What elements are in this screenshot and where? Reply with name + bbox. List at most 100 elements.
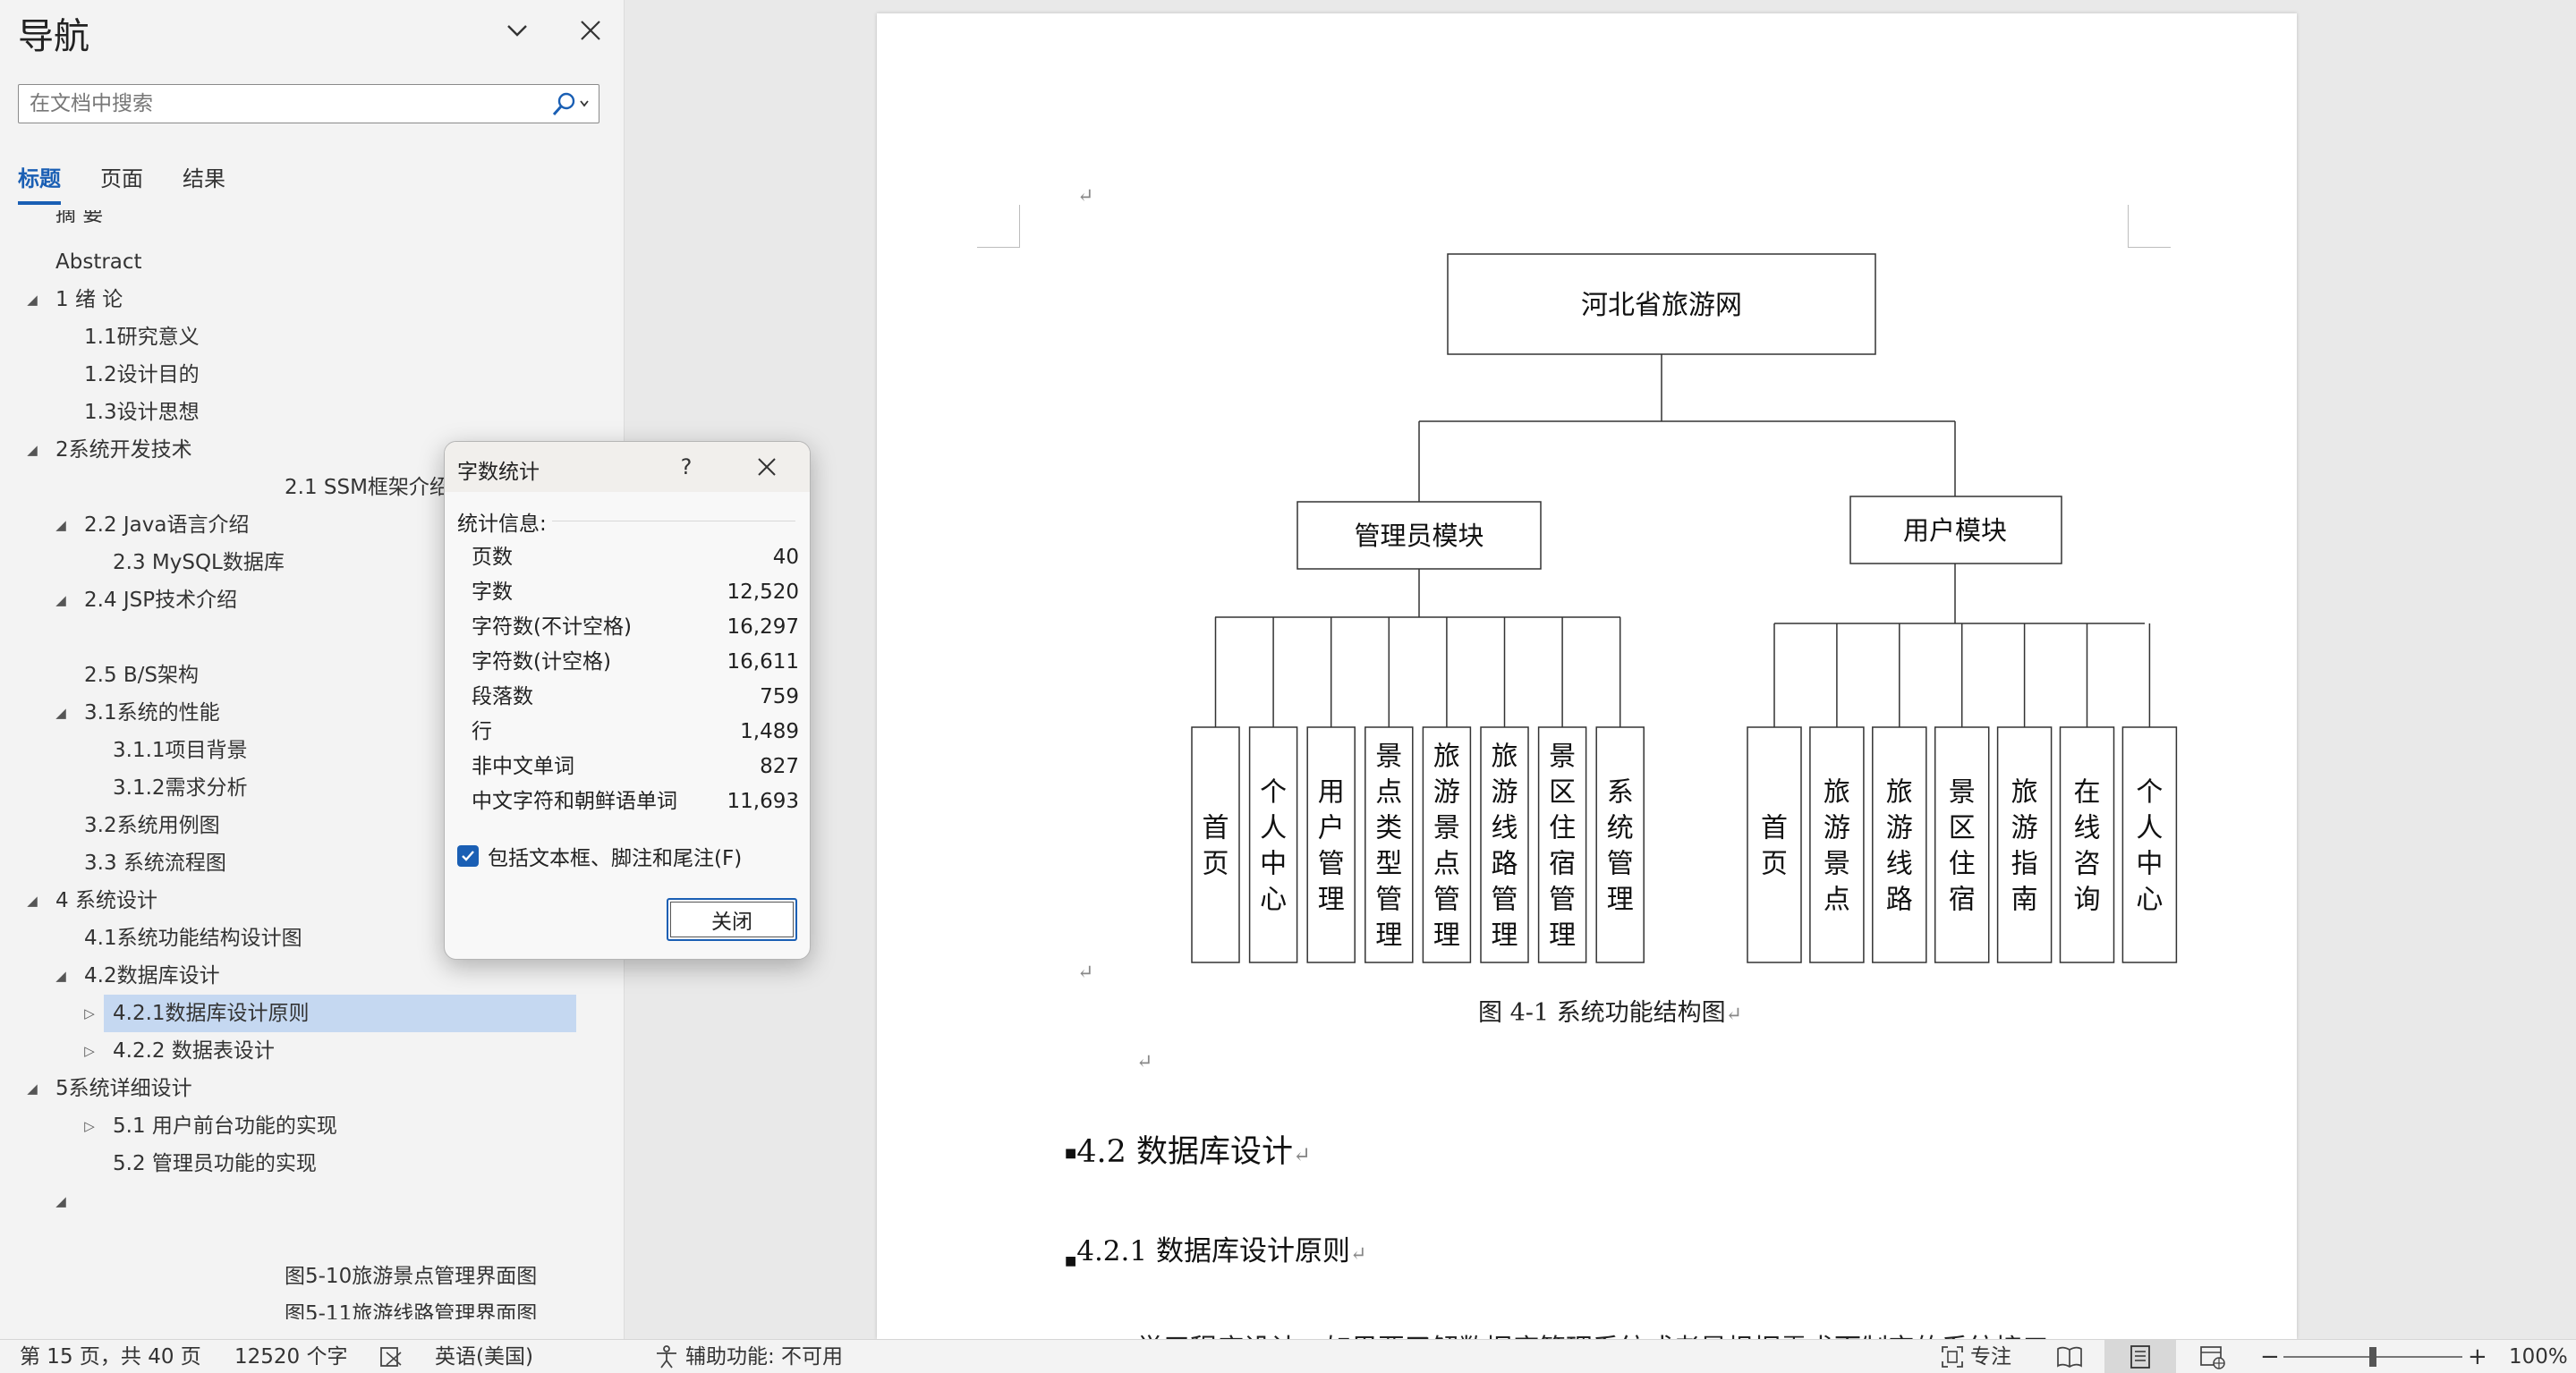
language-indicator[interactable]: 英语(美国) [435, 1340, 533, 1373]
zoom-in-button[interactable]: + [2468, 1340, 2487, 1373]
diagram-leaf-label: 旅游景点 [1824, 777, 1850, 916]
dialog-titlebar[interactable]: 字数统计 ? [445, 442, 810, 492]
diagram-admin-label: 管理员模块 [1354, 521, 1484, 551]
diagram-leaf-label: 个人中心 [1260, 777, 1287, 916]
close-button[interactable]: 关闭 [667, 898, 797, 941]
read-mode-icon[interactable] [2056, 1343, 2083, 1370]
focus-icon[interactable] [1940, 1343, 1965, 1370]
diagram-root-label: 河北省旅游网 [1581, 290, 1742, 321]
collapse-triangle-icon[interactable]: ◢ [23, 1072, 41, 1106]
heading-item[interactable]: 3.1.2需求分析 [113, 771, 248, 805]
heading-item[interactable]: Abstract [55, 245, 142, 279]
heading-item[interactable]: 2.4 JSP技术介绍 [84, 583, 237, 617]
diagram-leaf-box [1934, 726, 1990, 963]
tab-headings[interactable]: 标题 [18, 161, 61, 205]
nav-options-button[interactable] [497, 11, 537, 50]
print-layout-icon[interactable] [2104, 1340, 2176, 1373]
heading-item[interactable]: 4.2数据库设计 [84, 959, 220, 993]
focus-mode-button[interactable]: 专注 [1970, 1340, 2011, 1373]
collapse-triangle-icon[interactable]: ◢ [52, 1184, 70, 1218]
nav-close-button[interactable] [571, 11, 610, 50]
heading-item[interactable]: 1 绪 论 [55, 283, 123, 317]
heading-item[interactable]: 3.3 系统流程图 [84, 846, 226, 880]
heading-item[interactable]: 5.2 管理员功能的实现 [113, 1147, 317, 1181]
collapse-triangle-icon[interactable]: ◢ [52, 508, 70, 542]
stat-value: 40 [772, 546, 799, 569]
zoom-out-button[interactable]: − [2260, 1340, 2280, 1373]
proofing-icon[interactable] [379, 1343, 404, 1370]
stat-label: 行 [472, 720, 492, 743]
search-button[interactable] [545, 89, 595, 119]
heading-item[interactable]: 4 系统设计 [55, 884, 157, 918]
heading-item[interactable]: 3.1.1项目背景 [113, 733, 248, 767]
heading-item[interactable]: 2.5 B/S架构 [84, 658, 199, 692]
diagram-user-label: 用户模块 [1903, 515, 2007, 546]
stat-label: 字符数(不计空格) [472, 615, 632, 639]
diagram-leaf-label: 用户管理 [1318, 777, 1345, 916]
zoom-slider-thumb[interactable] [2369, 1347, 2376, 1367]
heading-item[interactable]: 图5-11旅游线路管理界面图 [285, 1297, 537, 1319]
stat-value: 16,297 [727, 615, 799, 639]
heading-item[interactable]: 3.2系统用例图 [84, 809, 220, 843]
heading-item-selected[interactable]: 4.2.1数据库设计原则 [104, 995, 576, 1032]
close-icon [758, 458, 776, 476]
heading-item[interactable]: 摘 要 [55, 210, 103, 232]
nav-tabs: 标题 页面 结果 [18, 161, 225, 205]
search-icon [552, 92, 589, 115]
heading-item[interactable]: 2.3 MySQL数据库 [113, 546, 285, 580]
stat-row: 行 1,489 [472, 715, 799, 750]
heading-item[interactable]: 1.2设计目的 [84, 358, 200, 392]
accessibility-status[interactable]: 辅助功能: 不可用 [685, 1340, 843, 1373]
heading-item[interactable]: 2系统开发技术 [55, 433, 192, 467]
heading-item[interactable]: 图5-10旅游景点管理界面图 [285, 1259, 537, 1293]
collapse-triangle-icon[interactable]: ◢ [23, 884, 41, 918]
document-page[interactable]: ↵ 河北省旅游网 管理员模块 用户模块 首页 个人中心 用户管理 景点类型管理 旅游景点… [877, 13, 2297, 1339]
collapse-triangle-icon[interactable]: ◢ [52, 696, 70, 730]
diagram-leaf-box [1872, 726, 1927, 963]
tab-pages[interactable]: 页面 [100, 161, 143, 205]
stat-label: 中文字符和朝鲜语单词 [472, 790, 677, 813]
heading-item[interactable]: 4.1系统功能结构设计图 [84, 921, 302, 955]
zoom-level[interactable]: 100% [2509, 1340, 2568, 1373]
diagram-leaf-label: 个人中心 [2136, 777, 2163, 916]
dialog-title: 字数统计 [457, 461, 540, 484]
accessibility-icon[interactable] [653, 1343, 680, 1370]
heading-item[interactable]: 2.2 Java语言介绍 [84, 508, 249, 542]
collapse-triangle-icon[interactable]: ◢ [52, 583, 70, 617]
search-box [18, 84, 599, 123]
include-textbox-checkbox[interactable] [457, 845, 479, 867]
stat-row: 字符数(计空格) 16,611 [472, 645, 799, 680]
web-layout-icon[interactable] [2199, 1343, 2226, 1370]
expand-triangle-icon[interactable]: ▷ [81, 1109, 98, 1143]
stat-row: 页数 40 [472, 540, 799, 575]
heading-item[interactable]: 3.1系统的性能 [84, 696, 220, 730]
heading-item[interactable]: 1.1研究意义 [84, 320, 200, 354]
heading-item[interactable]: 5.1 用户前台功能的实现 [113, 1109, 337, 1143]
diagram-leaf-label: 旅游景点管理 [1433, 742, 1460, 952]
collapse-triangle-icon[interactable]: ◢ [23, 433, 41, 467]
stat-row: 中文字符和朝鲜语单词 11,693 [472, 784, 799, 819]
heading-item[interactable]: 2.1 SSM框架介绍 [285, 470, 450, 504]
include-textbox-option: 包括文本框、脚注和尾注(F) [457, 841, 742, 871]
stat-row: 字符数(不计空格) 16,297 [472, 610, 799, 645]
diagram-leaf-label: 首页 [1761, 813, 1788, 880]
status-bar: 第 15 页，共 40 页 12520 个字 英语(美国) 辅助功能: 不可用 … [0, 1339, 2576, 1373]
word-count-indicator[interactable]: 12520 个字 [234, 1340, 347, 1373]
heading-item[interactable]: 5系统详细设计 [55, 1072, 192, 1106]
zoom-slider[interactable] [2283, 1340, 2464, 1373]
tab-results[interactable]: 结果 [183, 161, 225, 205]
dialog-close-x-button[interactable] [744, 447, 790, 487]
heading-item[interactable]: 1.3设计思想 [84, 395, 200, 429]
stat-row: 字数 12,520 [472, 575, 799, 610]
heading-item[interactable]: 4.2.2 数据表设计 [113, 1034, 275, 1068]
expand-triangle-icon[interactable]: ▷ [81, 1034, 98, 1068]
page-indicator[interactable]: 第 15 页，共 40 页 [20, 1340, 201, 1373]
diagram-leaf-box [1809, 726, 1865, 963]
search-input[interactable] [19, 85, 538, 123]
expand-triangle-icon[interactable]: ▷ [81, 996, 98, 1030]
diagram-leaf-box [2059, 726, 2115, 963]
word-count-dialog: 字数统计 ? 统计信息: 页数 40 字数 12,520 字符数(不计空格) 16,2… [444, 441, 811, 960]
help-button[interactable]: ? [663, 447, 710, 487]
collapse-triangle-icon[interactable]: ◢ [23, 283, 41, 317]
collapse-triangle-icon[interactable]: ◢ [52, 959, 70, 993]
